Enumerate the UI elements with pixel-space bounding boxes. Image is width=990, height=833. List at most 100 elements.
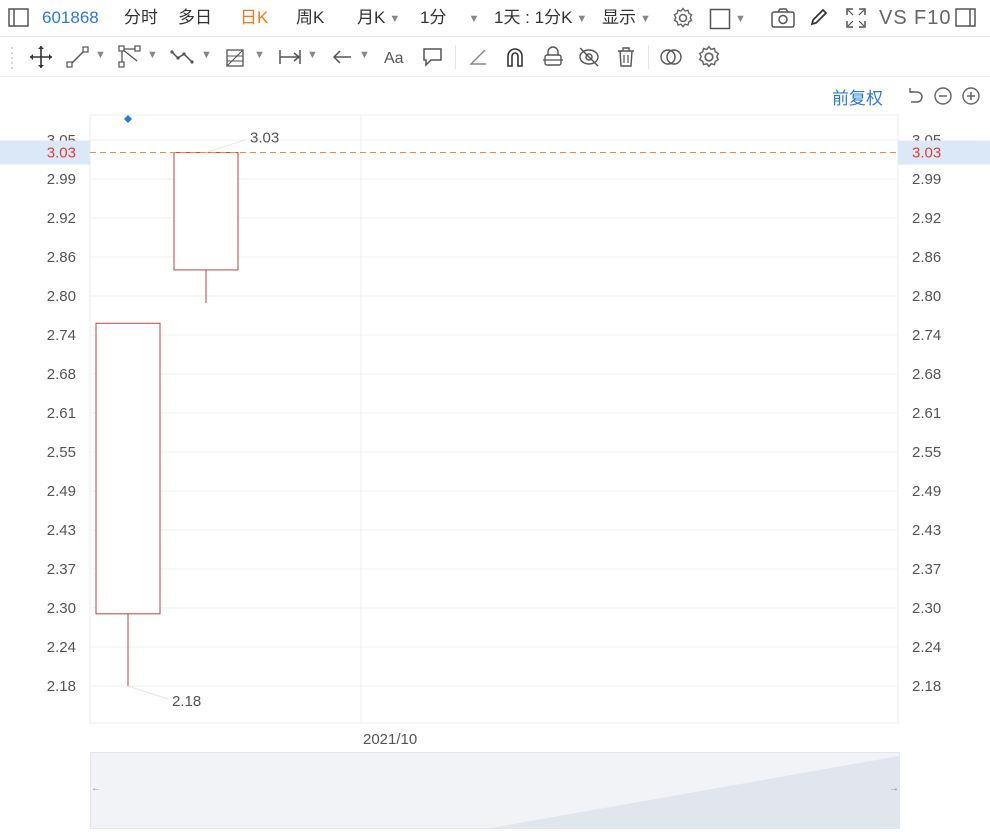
current-price-badge-left	[0, 140, 90, 165]
fibonacci-icon[interactable]	[223, 44, 249, 70]
range-label: 1天 : 1分K	[494, 8, 573, 27]
pencil-icon[interactable]	[808, 6, 830, 28]
y-tick-label: 2.24	[47, 639, 76, 656]
y-tick-label: 2.61	[47, 405, 76, 422]
tab-monthly-k[interactable]: 月K ▼	[357, 0, 400, 36]
vs-button[interactable]: VS	[879, 0, 908, 36]
y-tick-label: 2.37	[47, 561, 76, 578]
y-tick-label: 2.55	[912, 444, 941, 461]
candle-body	[173, 152, 239, 271]
overlay-compare-icon[interactable]	[658, 44, 684, 70]
y-tick-label: 2.43	[47, 522, 76, 539]
chevron-down-icon: ▼	[389, 12, 401, 25]
chevron-down-icon[interactable]: ▼	[307, 49, 318, 61]
zoom-out-icon[interactable]	[933, 86, 953, 106]
y-tick-label: 2.24	[912, 639, 941, 656]
display-select[interactable]: 显示 ▼	[602, 0, 651, 36]
wave-pattern-icon[interactable]	[169, 44, 195, 70]
chevron-down-icon: ▼	[576, 12, 588, 25]
tab-daily-k[interactable]: 日K	[240, 0, 268, 36]
y-tick-label: 2.68	[47, 366, 76, 383]
y-tick-label: 2.43	[912, 522, 941, 539]
angle-icon[interactable]	[465, 44, 491, 70]
text-tool-icon[interactable]: Aa	[382, 44, 408, 70]
adjust-mode-button[interactable]: 前复权	[832, 84, 883, 109]
camera-icon[interactable]	[770, 7, 796, 29]
interval-label: 1分	[420, 8, 447, 27]
interval-select[interactable]: 1分 ▼	[420, 0, 479, 36]
toolbar-divider	[648, 45, 649, 69]
magnet-icon[interactable]	[502, 44, 528, 70]
y-tick-label: 2.30	[47, 600, 76, 617]
current-price-line: 3.03 3.03	[0, 140, 990, 165]
line-segment-icon[interactable]	[65, 44, 91, 70]
chevron-down-icon: ▼	[735, 12, 746, 25]
y-tick-label: 2.92	[47, 210, 76, 227]
y-tick-label: 2.86	[47, 249, 76, 266]
toolbar-divider	[455, 45, 456, 69]
lock-drawing-icon[interactable]	[540, 44, 566, 70]
chevron-down-icon[interactable]: ▼	[254, 49, 265, 61]
tab-minute[interactable]: 分时	[124, 0, 158, 36]
y-tick-label: 2.30	[912, 600, 941, 617]
y-tick-label: 2.80	[47, 288, 76, 305]
min-price-label: 2.18	[172, 693, 201, 710]
display-label: 显示	[602, 8, 636, 27]
current-price-label-left: 3.03	[47, 145, 76, 162]
hide-drawings-icon[interactable]	[576, 44, 602, 70]
chevron-down-icon: ▼	[468, 12, 480, 25]
chevron-down-icon[interactable]: ▼	[359, 49, 370, 61]
navigator-left-handle[interactable]: ←	[91, 783, 101, 794]
stock-code[interactable]: 601868	[42, 0, 99, 36]
navigator-right-handle[interactable]: →	[889, 783, 899, 794]
y-tick-label: 2.99	[47, 171, 76, 188]
kline-chart[interactable]: 2.18 2.24 2.30 2.37 2.43 2.49 2.55 2.61 2.68 2.74…	[0, 110, 990, 750]
f10-button[interactable]: F10	[914, 0, 951, 36]
y-tick-label: 2.18	[47, 678, 76, 695]
comment-icon[interactable]	[420, 44, 446, 70]
current-price-label-right: 3.03	[912, 145, 941, 162]
settings-gear-icon[interactable]	[671, 6, 695, 30]
min-label-leader	[127, 685, 169, 700]
y-tick-label: 2.68	[912, 366, 941, 383]
candles	[95, 152, 239, 686]
x-axis-label: 2021/10	[363, 731, 417, 748]
range-navigator[interactable]: ← →	[90, 752, 900, 829]
y-tick-label: 2.49	[912, 483, 941, 500]
candle-body	[95, 322, 161, 615]
range-select[interactable]: 1天 : 1分K ▼	[494, 0, 587, 36]
panel-toggle-icon[interactable]	[955, 8, 977, 28]
y-tick-label: 2.86	[912, 249, 941, 266]
y-axis-right: 2.18 2.24 2.30 2.37 2.43 2.49 2.55 2.61 2.68 2.74…	[912, 132, 941, 695]
chevron-down-icon[interactable]: ▼	[147, 49, 158, 61]
fullscreen-icon[interactable]	[844, 6, 868, 30]
trash-icon[interactable]	[613, 44, 639, 70]
chevron-down-icon[interactable]: ▼	[95, 49, 106, 61]
move-icon[interactable]	[28, 44, 54, 70]
chevron-down-icon[interactable]: ▼	[201, 49, 212, 61]
layout-select[interactable]: ▼	[709, 0, 746, 36]
chevron-down-icon: ▼	[640, 12, 651, 25]
undo-icon[interactable]	[905, 86, 925, 106]
y-tick-label: 2.74	[912, 327, 941, 344]
y-axis-left: 2.18 2.24 2.30 2.37 2.43 2.49 2.55 2.61 2.68 2.74…	[47, 132, 76, 695]
measure-range-icon[interactable]	[277, 44, 303, 70]
sidebar-toggle-icon[interactable]	[8, 8, 30, 28]
top-toolbar: 601868 分时 多日 日K 周K 月K ▼ 1分 ▼ 1天 : 1分K ▼ 显示 ▼…	[0, 0, 990, 37]
event-marker-icon[interactable]	[124, 115, 132, 123]
y-tick-label: 2.49	[47, 483, 76, 500]
drag-handle-icon[interactable]	[8, 44, 16, 70]
y-tick-label: 2.74	[47, 327, 76, 344]
y-tick-label: 2.61	[912, 405, 941, 422]
navigator-preview	[491, 756, 899, 828]
tab-multi-day[interactable]: 多日	[178, 0, 212, 36]
y-tick-label: 2.55	[47, 444, 76, 461]
y-tick-label: 2.37	[912, 561, 941, 578]
parallel-line-icon[interactable]	[117, 44, 143, 70]
drawing-settings-gear-icon[interactable]	[696, 44, 722, 70]
arrow-left-icon[interactable]	[329, 44, 355, 70]
tab-monthly-k-label: 月K	[357, 8, 386, 27]
tab-weekly-k[interactable]: 周K	[296, 0, 324, 36]
zoom-in-icon[interactable]	[961, 86, 981, 106]
max-price-label: 3.03	[250, 130, 279, 147]
